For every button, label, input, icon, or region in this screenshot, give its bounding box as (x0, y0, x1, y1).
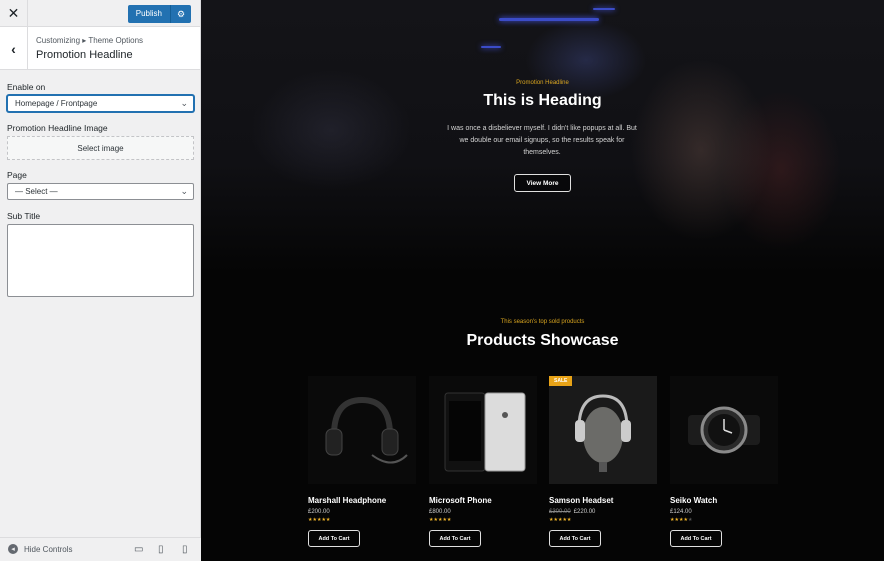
product-price: £800.00 (429, 509, 537, 515)
product-name[interactable]: Microsoft Phone (429, 496, 537, 505)
product-card: Seiko Watch £124.00 ★★★★★ Add To Cart (670, 376, 778, 547)
headphone-image (325, 396, 408, 464)
chevron-down-icon: ⌄ (180, 186, 188, 196)
mobile-icon[interactable]: ▯ (182, 544, 188, 555)
product-price: £124.00 (670, 509, 778, 515)
promotion-image-label: Promotion Headline Image (7, 123, 108, 133)
chevron-left-icon: ‹ (11, 40, 16, 57)
neon-light-decoration (499, 18, 599, 21)
rating-stars: ★★★★★ (549, 517, 572, 523)
neon-light-decoration (481, 46, 501, 48)
subtitle-label: Sub Title (7, 211, 41, 221)
promotion-tag: Promotion Headline (516, 80, 569, 86)
select-image-button[interactable]: Select image (7, 136, 194, 160)
gear-icon: ⚙ (176, 8, 186, 19)
enable-on-select[interactable]: Homepage / Frontpage ⌄ (7, 95, 194, 112)
rating-stars: ★★★★★ (429, 517, 452, 523)
watch-image (688, 406, 760, 454)
product-card: Microsoft Phone £800.00 ★★★★★ Add To Car… (429, 376, 537, 547)
product-card: SALE Samson Headset £300.00 £220.00 ★★★★★… (549, 376, 657, 547)
publish-group: Publish ⚙ (127, 5, 191, 23)
enable-on-label: Enable on (7, 82, 46, 92)
publish-settings-button[interactable]: ⚙ (170, 5, 191, 23)
product-price: £300.00 £220.00 (549, 509, 657, 515)
product-image[interactable] (670, 376, 778, 484)
product-card: Marshall Headphone £200.00 ★★★★★ Add To … (308, 376, 416, 547)
site-preview: Promotion Headline This is Heading I was… (201, 0, 884, 561)
view-more-button[interactable]: View More (514, 174, 571, 192)
breadcrumb: Customizing ▸ Theme Options (36, 36, 144, 45)
page-select[interactable]: — Select — ⌄ (7, 183, 194, 200)
customizer-footer: ◂ Hide Controls ▭ ▯ ▯ (0, 537, 201, 561)
rating-stars: ★★★★★ (308, 517, 331, 523)
subtitle-textarea[interactable] (7, 224, 194, 297)
product-name[interactable]: Samson Headset (549, 496, 657, 505)
headset-image (575, 394, 631, 472)
tablet-icon[interactable]: ▯ (158, 544, 164, 555)
close-button[interactable]: ✕ (0, 0, 28, 27)
customizer-header: ✕ Publish ⚙ (0, 0, 200, 27)
section-title: Promotion Headline (36, 49, 133, 61)
hide-controls-button[interactable]: ◂ Hide Controls (8, 544, 72, 554)
neon-light-decoration (593, 8, 615, 10)
product-price-value: £220.00 (573, 509, 596, 515)
product-name[interactable]: Marshall Headphone (308, 496, 416, 505)
add-to-cart-button[interactable]: Add To Cart (308, 530, 360, 547)
publish-button[interactable]: Publish (127, 5, 170, 23)
product-image[interactable] (308, 376, 416, 484)
add-to-cart-button[interactable]: Add To Cart (549, 530, 601, 547)
product-name[interactable]: Seiko Watch (670, 496, 778, 505)
product-image[interactable] (429, 376, 537, 484)
phone-image (444, 392, 526, 472)
back-button[interactable]: ‹ (0, 27, 28, 70)
customizer-sidebar: ✕ Publish ⚙ ‹ Customizing ▸ Theme Option… (0, 0, 201, 561)
hide-controls-label: Hide Controls (24, 544, 73, 554)
enable-on-value: Homepage / Frontpage (15, 99, 98, 108)
hero-heading: This is Heading (483, 92, 602, 109)
sale-badge: SALE (549, 376, 573, 386)
section-header: ‹ Customizing ▸ Theme Options Promotion … (0, 27, 200, 70)
product-price: £200.00 (308, 509, 416, 515)
page-select-value: — Select — (15, 187, 58, 196)
product-price-value: £800.00 (429, 509, 451, 515)
showcase-tag: This season's top sold products (500, 319, 585, 325)
product-price-value: £124.00 (670, 509, 692, 515)
showcase-heading: Products Showcase (466, 332, 619, 349)
chevron-down-icon: ⌄ (180, 98, 188, 108)
product-price-value: £200.00 (308, 509, 330, 515)
rating-stars: ★★★★★ (670, 517, 693, 523)
add-to-cart-button[interactable]: Add To Cart (429, 530, 481, 547)
page-label: Page (7, 170, 27, 180)
product-old-price: £300.00 (549, 509, 571, 515)
add-to-cart-button[interactable]: Add To Cart (670, 530, 722, 547)
hero-text: I was once a disbeliever myself. I didn'… (447, 125, 637, 156)
desktop-icon[interactable]: ▭ (134, 544, 143, 555)
close-icon: ✕ (7, 5, 20, 21)
collapse-icon: ◂ (8, 544, 18, 554)
product-image[interactable]: SALE (549, 376, 657, 484)
